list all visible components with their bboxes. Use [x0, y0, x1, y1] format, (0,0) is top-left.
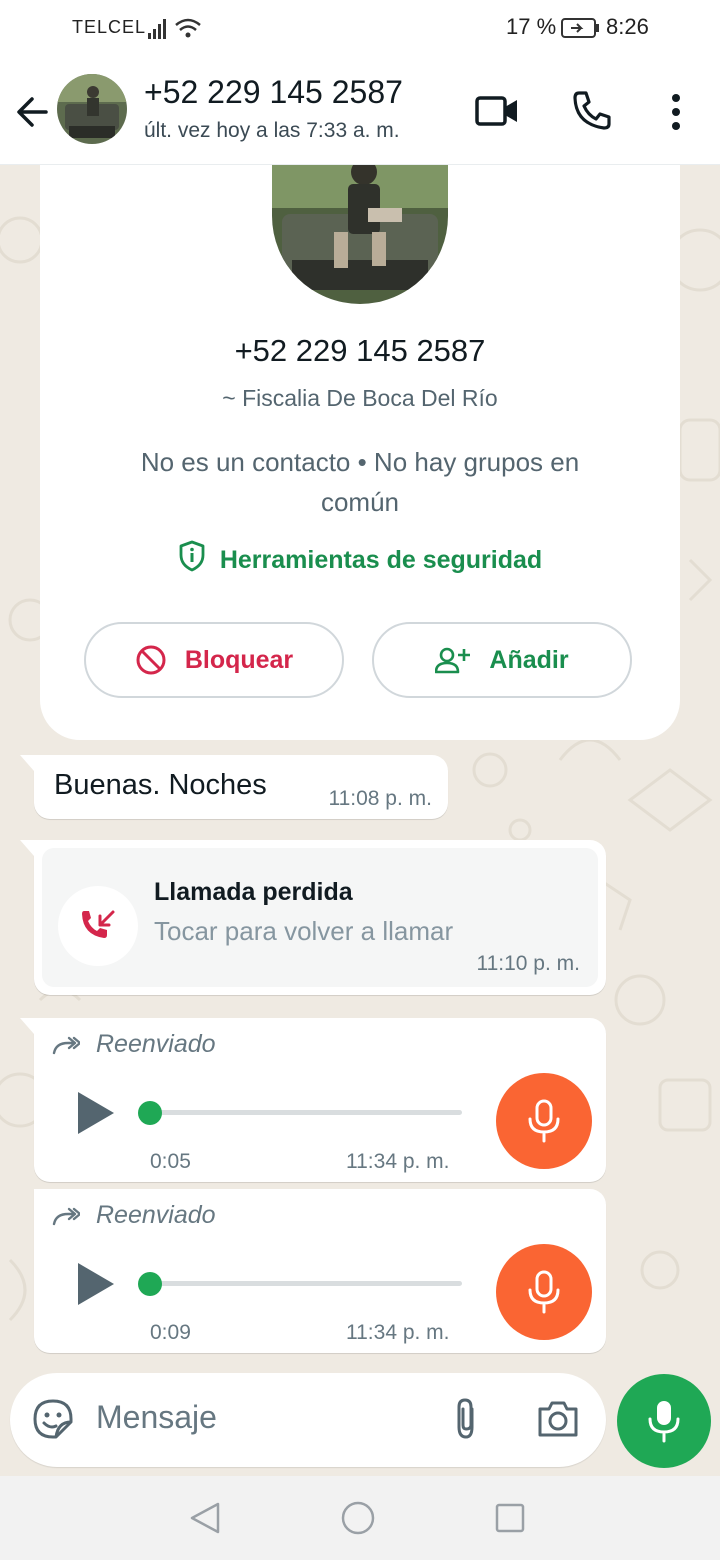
arrow-left-icon: [17, 97, 48, 127]
last-seen-status: últ. vez hoy a las 7:33 a. m.: [144, 119, 400, 142]
system-nav-bar: [0, 1476, 720, 1560]
forwarded-text: Reenviado: [96, 1030, 216, 1058]
carrier-label: TELCEL: [72, 17, 147, 37]
add-person-icon: [435, 647, 471, 674]
play-icon: [78, 1263, 114, 1305]
contact-phone: +52 229 145 2587: [234, 333, 486, 368]
signal-wifi-icons: [146, 15, 204, 46]
contact-info-card: +52 229 145 2587 ~ Fiscalia De Boca Del …: [40, 148, 680, 740]
bubble-tail: [20, 755, 34, 771]
video-call-button[interactable]: [474, 92, 520, 137]
message-text: Buenas. Noches: [54, 769, 267, 801]
message-bubble[interactable]: Buenas. Noches 11:08 p. m.: [20, 755, 448, 819]
chat-header: +52 229 145 2587 últ. vez hoy a las 7:33…: [0, 58, 720, 165]
audio-progress-thumb[interactable]: [138, 1101, 162, 1125]
voice-message-bubble[interactable]: Reenviado 0:09 11:34 p. m.: [34, 1189, 606, 1353]
paperclip-icon: [457, 1398, 474, 1439]
contact-note: No es un contacto • No hay grupos en com…: [140, 447, 580, 517]
forward-icon: [52, 1036, 82, 1055]
camera-icon: [538, 1401, 578, 1437]
add-label: Añadir: [489, 645, 569, 674]
profile-photo-icon: [272, 148, 448, 304]
profile-photo-icon: [57, 74, 127, 144]
microphone-icon: [528, 1099, 560, 1143]
record-voice-button[interactable]: [617, 1374, 711, 1468]
circle-home-icon: [341, 1501, 375, 1535]
add-contact-button[interactable]: Añadir: [372, 622, 632, 698]
microphone-icon: [648, 1401, 680, 1443]
sticker-icon: [33, 1399, 73, 1439]
attach-button[interactable]: [448, 1397, 484, 1446]
audio-duration: 0:05: [150, 1150, 191, 1173]
avatar[interactable]: [57, 74, 127, 144]
missed-call-bubble[interactable]: Llamada perdida Tocar para volver a llam…: [20, 840, 606, 995]
forwarded-label: Reenviado: [52, 1030, 216, 1059]
nav-home-button[interactable]: [340, 1500, 376, 1541]
signal-icon: [148, 18, 201, 39]
missed-call-subtitle: Tocar para volver a llamar: [154, 916, 454, 946]
safety-tools-link[interactable]: Herramientas de seguridad: [40, 540, 680, 575]
voice-note-avatar: [496, 1244, 592, 1340]
missed-call-icon-badge: [58, 886, 138, 966]
message-time: 11:34 p. m.: [346, 1321, 450, 1344]
phone-icon: [573, 91, 611, 130]
battery-icon: [561, 17, 601, 44]
forwarded-label: Reenviado: [52, 1201, 216, 1230]
missed-call-title: Llamada perdida: [154, 878, 353, 906]
back-button[interactable]: [12, 90, 56, 134]
message-time: 11:34 p. m.: [346, 1150, 450, 1173]
message-time: 11:10 p. m.: [476, 952, 580, 975]
nav-back-button[interactable]: [188, 1501, 222, 1540]
status-bar: TELCEL 17 % 8:26: [0, 0, 720, 58]
voice-call-button[interactable]: [570, 88, 614, 137]
battery-percent: 17 %: [506, 14, 557, 39]
message-composer: Mensaje: [10, 1373, 606, 1467]
voice-note-avatar: [496, 1073, 592, 1169]
bubble-tail: [20, 840, 34, 856]
audio-progress-track[interactable]: [150, 1110, 462, 1115]
more-vert-icon: [672, 94, 680, 130]
play-button[interactable]: [74, 1259, 118, 1314]
forward-icon: [52, 1207, 82, 1226]
block-button[interactable]: Bloquear: [84, 622, 344, 698]
message-input[interactable]: Mensaje: [96, 1399, 217, 1436]
audio-duration: 0:09: [150, 1321, 191, 1344]
contact-push-name: ~ Fiscalia De Boca Del Río: [222, 385, 498, 411]
block-icon: [136, 645, 166, 675]
video-call-icon: [475, 96, 517, 126]
audio-progress-track[interactable]: [150, 1281, 462, 1286]
safety-tools-label: Herramientas de seguridad: [219, 546, 543, 574]
triangle-back-icon: [190, 1502, 220, 1534]
chat-title[interactable]: +52 229 145 2587: [144, 74, 403, 111]
voice-message-bubble[interactable]: Reenviado 0:05 11:34 p. m.: [20, 1018, 606, 1182]
message-time: 11:08 p. m.: [328, 787, 432, 810]
forwarded-text: Reenviado: [96, 1201, 216, 1229]
nav-recents-button[interactable]: [494, 1502, 526, 1539]
bubble-tail: [20, 1018, 34, 1034]
block-label: Bloquear: [184, 645, 294, 674]
missed-call-icon: [82, 910, 115, 938]
clock: 8:26: [606, 14, 649, 39]
camera-button[interactable]: [536, 1399, 580, 1444]
audio-progress-thumb[interactable]: [138, 1272, 162, 1296]
play-button[interactable]: [74, 1088, 118, 1143]
contact-photo[interactable]: [272, 148, 448, 304]
play-icon: [78, 1092, 114, 1134]
shield-icon: [179, 540, 205, 572]
emoji-button[interactable]: [32, 1398, 74, 1445]
more-options-button[interactable]: [664, 90, 688, 139]
square-recents-icon: [495, 1503, 525, 1533]
missed-call-card[interactable]: Llamada perdida Tocar para volver a llam…: [42, 848, 598, 987]
microphone-icon: [528, 1270, 560, 1314]
